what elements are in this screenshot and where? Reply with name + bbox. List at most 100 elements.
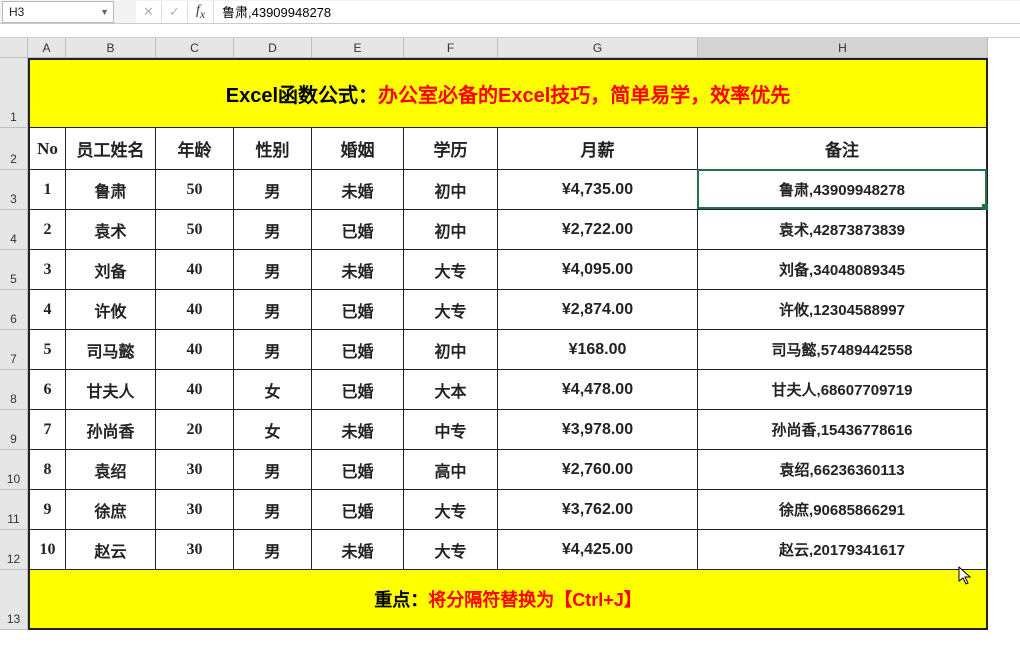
cell-no[interactable]: 7 [28,410,66,450]
footer-cell[interactable]: 重点： 将分隔符替换为【Ctrl+J】 [28,570,988,630]
cell-age[interactable]: 40 [156,370,234,410]
cell-no[interactable]: 2 [28,210,66,250]
cell-age[interactable]: 50 [156,170,234,210]
cell-salary[interactable]: ¥4,735.00 [498,170,698,210]
name-box[interactable]: H3 ▼ [2,1,114,23]
cell-marriage[interactable]: 未婚 [312,410,404,450]
header-marriage[interactable]: 婚姻 [312,128,404,170]
cell-remark[interactable]: 袁绍,66236360113 [698,450,988,490]
cell-name[interactable]: 袁术 [66,210,156,250]
cell-gender[interactable]: 男 [234,330,312,370]
row-header-5[interactable]: 5 [0,250,28,290]
cell-age[interactable]: 40 [156,250,234,290]
cell-marriage[interactable]: 未婚 [312,250,404,290]
header-no[interactable]: No [28,128,66,170]
formula-input[interactable] [214,1,1020,23]
cell-gender[interactable]: 女 [234,410,312,450]
col-header-A[interactable]: A [28,38,66,58]
cell-no[interactable]: 9 [28,490,66,530]
cell-no[interactable]: 3 [28,250,66,290]
cell-marriage[interactable]: 已婚 [312,490,404,530]
cell-name[interactable]: 鲁肃 [66,170,156,210]
col-header-C[interactable]: C [156,38,234,58]
cell-name[interactable]: 甘夫人 [66,370,156,410]
cell-gender[interactable]: 男 [234,210,312,250]
cell-edu[interactable]: 初中 [404,170,498,210]
cell-edu[interactable]: 高中 [404,450,498,490]
cell-gender[interactable]: 男 [234,530,312,570]
cell-remark[interactable]: 徐庶,90685866291 [698,490,988,530]
cell-name[interactable]: 赵云 [66,530,156,570]
header-salary[interactable]: 月薪 [498,128,698,170]
cell-salary[interactable]: ¥4,478.00 [498,370,698,410]
cell-edu[interactable]: 初中 [404,210,498,250]
cell-age[interactable]: 50 [156,210,234,250]
header-name[interactable]: 员工姓名 [66,128,156,170]
cell-gender[interactable]: 男 [234,250,312,290]
row-header-4[interactable]: 4 [0,210,28,250]
cell-salary[interactable]: ¥3,762.00 [498,490,698,530]
row-header-10[interactable]: 10 [0,450,28,490]
cell-salary[interactable]: ¥2,760.00 [498,450,698,490]
col-header-B[interactable]: B [66,38,156,58]
row-header-12[interactable]: 12 [0,530,28,570]
cell-age[interactable]: 40 [156,290,234,330]
row-header-13[interactable]: 13 [0,570,28,630]
cell-remark[interactable]: 刘备,34048089345 [698,250,988,290]
cell-edu[interactable]: 大专 [404,250,498,290]
cell-edu[interactable]: 初中 [404,330,498,370]
cell-salary[interactable]: ¥4,425.00 [498,530,698,570]
cell-marriage[interactable]: 已婚 [312,290,404,330]
cell-no[interactable]: 8 [28,450,66,490]
cell-remark[interactable]: 袁术,42873873839 [698,210,988,250]
header-age[interactable]: 年龄 [156,128,234,170]
fx-button[interactable]: fx [188,1,214,23]
cell-remark[interactable]: 鲁肃,43909948278 [698,170,988,210]
header-edu[interactable]: 学历 [404,128,498,170]
cell-remark[interactable]: 孙尚香,15436778616 [698,410,988,450]
cell-age[interactable]: 40 [156,330,234,370]
cell-gender[interactable]: 男 [234,450,312,490]
cell-name[interactable]: 徐庶 [66,490,156,530]
cell-marriage[interactable]: 已婚 [312,450,404,490]
col-header-E[interactable]: E [312,38,404,58]
header-remark[interactable]: 备注 [698,128,988,170]
cell-gender[interactable]: 男 [234,490,312,530]
col-header-F[interactable]: F [404,38,498,58]
cell-salary[interactable]: ¥2,874.00 [498,290,698,330]
select-all-corner[interactable] [0,38,28,58]
cell-gender[interactable]: 男 [234,170,312,210]
cell-marriage[interactable]: 已婚 [312,370,404,410]
cell-salary[interactable]: ¥168.00 [498,330,698,370]
cell-age[interactable]: 30 [156,490,234,530]
cell-no[interactable]: 5 [28,330,66,370]
cell-gender[interactable]: 男 [234,290,312,330]
cancel-formula-button[interactable]: ✕ [136,1,162,23]
cell-marriage[interactable]: 已婚 [312,210,404,250]
cell-age[interactable]: 30 [156,530,234,570]
header-gender[interactable]: 性别 [234,128,312,170]
cell-remark[interactable]: 赵云,20179341617 [698,530,988,570]
cell-remark[interactable]: 许攸,12304588997 [698,290,988,330]
cell-edu[interactable]: 大专 [404,530,498,570]
cell-remark[interactable]: 司马懿,57489442558 [698,330,988,370]
row-header-2[interactable]: 2 [0,128,28,170]
spreadsheet-grid[interactable]: A B C D E F G H 1 Excel函数公式： 办公室必备的Excel… [0,38,1020,630]
cell-edu[interactable]: 中专 [404,410,498,450]
row-header-8[interactable]: 8 [0,370,28,410]
cell-marriage[interactable]: 已婚 [312,330,404,370]
row-header-7[interactable]: 7 [0,330,28,370]
cell-name[interactable]: 许攸 [66,290,156,330]
confirm-formula-button[interactable]: ✓ [162,1,188,23]
row-header-1[interactable]: 1 [0,58,28,128]
row-header-11[interactable]: 11 [0,490,28,530]
cell-age[interactable]: 30 [156,450,234,490]
cell-no[interactable]: 4 [28,290,66,330]
cell-name[interactable]: 孙尚香 [66,410,156,450]
col-header-H[interactable]: H [698,38,988,58]
cell-name[interactable]: 刘备 [66,250,156,290]
cell-marriage[interactable]: 未婚 [312,530,404,570]
cell-no[interactable]: 10 [28,530,66,570]
cell-salary[interactable]: ¥2,722.00 [498,210,698,250]
row-header-6[interactable]: 6 [0,290,28,330]
